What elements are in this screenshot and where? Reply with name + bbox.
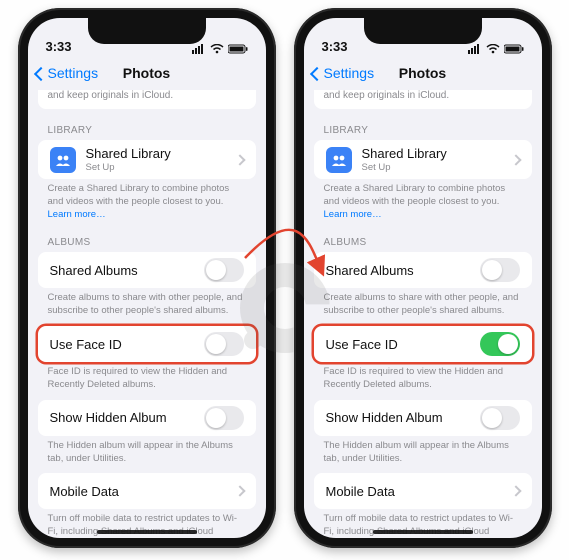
page-title: Photos <box>123 65 170 81</box>
use-face-id-label: Use Face ID <box>50 337 122 352</box>
phone-right: 3:33 Settings Photos and keep originals … <box>294 8 552 548</box>
shared-library-subtitle: Set Up <box>86 162 171 173</box>
library-footer: Create a Shared Library to combine photo… <box>304 179 542 229</box>
shared-albums-footer: Create albums to share with other people… <box>28 288 266 326</box>
chevron-right-icon <box>510 486 521 497</box>
section-head-library: LIBRARY <box>28 117 266 140</box>
settings-content[interactable]: and keep originals in iCloud. LIBRARY Sh… <box>28 90 266 538</box>
use-face-id-label: Use Face ID <box>326 337 398 352</box>
status-icons <box>468 44 524 54</box>
screen: 3:33 Settings Photos and keep originals … <box>304 18 542 538</box>
status-icons <box>192 44 248 54</box>
section-head-albums: ALBUMS <box>28 229 266 252</box>
hidden-footer: The Hidden album will appear in the Albu… <box>28 436 266 474</box>
back-button[interactable]: Settings <box>312 65 375 81</box>
show-hidden-label: Show Hidden Album <box>50 410 167 425</box>
shared-library-row[interactable]: Shared Library Set Up <box>314 140 532 179</box>
section-head-library: LIBRARY <box>304 117 542 140</box>
mobile-data-label: Mobile Data <box>326 484 395 499</box>
mobile-data-row[interactable]: Mobile Data <box>38 473 256 509</box>
notch <box>364 18 482 44</box>
screen: 3:33 Settings Photos and keep originals … <box>28 18 266 538</box>
shared-albums-toggle[interactable] <box>480 258 520 282</box>
chevron-left-icon <box>33 66 47 80</box>
home-indicator[interactable] <box>97 530 197 534</box>
face-id-footer: Face ID is required to view the Hidden a… <box>304 362 542 400</box>
signal-icon <box>468 44 482 54</box>
chevron-right-icon <box>234 486 245 497</box>
chevron-left-icon <box>309 66 323 80</box>
status-time: 3:33 <box>46 39 72 54</box>
use-face-id-toggle[interactable] <box>480 332 520 356</box>
truncated-text: and keep originals in iCloud. <box>314 90 532 109</box>
wifi-icon <box>210 44 224 54</box>
notch <box>88 18 206 44</box>
hidden-footer: The Hidden album will appear in the Albu… <box>304 436 542 474</box>
mobile-data-label: Mobile Data <box>50 484 119 499</box>
shared-albums-row[interactable]: Shared Albums <box>38 252 256 288</box>
chevron-right-icon <box>234 154 245 165</box>
chevron-right-icon <box>510 154 521 165</box>
use-face-id-toggle[interactable] <box>204 332 244 356</box>
shared-albums-row[interactable]: Shared Albums <box>314 252 532 288</box>
battery-icon <box>228 44 248 54</box>
section-head-albums: ALBUMS <box>304 229 542 252</box>
face-id-footer: Face ID is required to view the Hidden a… <box>28 362 266 400</box>
learn-more-link[interactable]: Learn more… <box>324 209 382 220</box>
page-title: Photos <box>399 65 446 81</box>
back-label: Settings <box>48 65 99 81</box>
library-footer: Create a Shared Library to combine photo… <box>28 179 266 229</box>
back-button[interactable]: Settings <box>36 65 99 81</box>
use-face-id-row[interactable]: Use Face ID <box>38 326 256 362</box>
back-label: Settings <box>324 65 375 81</box>
phone-left: 3:33 Settings Photos and keep originals … <box>18 8 276 548</box>
truncated-text: and keep originals in iCloud. <box>38 90 256 109</box>
home-indicator[interactable] <box>373 530 473 534</box>
shared-albums-toggle[interactable] <box>204 258 244 282</box>
shared-albums-footer: Create albums to share with other people… <box>304 288 542 326</box>
show-hidden-row[interactable]: Show Hidden Album <box>314 400 532 436</box>
mobile-data-row[interactable]: Mobile Data <box>314 473 532 509</box>
show-hidden-toggle[interactable] <box>204 406 244 430</box>
use-face-id-row[interactable]: Use Face ID <box>314 326 532 362</box>
shared-albums-label: Shared Albums <box>50 263 138 278</box>
show-hidden-row[interactable]: Show Hidden Album <box>38 400 256 436</box>
wifi-icon <box>486 44 500 54</box>
status-time: 3:33 <box>322 39 348 54</box>
learn-more-link[interactable]: Learn more… <box>48 209 106 220</box>
signal-icon <box>192 44 206 54</box>
nav-bar: Settings Photos <box>304 56 542 90</box>
shared-albums-label: Shared Albums <box>326 263 414 278</box>
nav-bar: Settings Photos <box>28 56 266 90</box>
shared-library-row[interactable]: Shared Library Set Up <box>38 140 256 179</box>
people-icon <box>326 147 352 173</box>
show-hidden-label: Show Hidden Album <box>326 410 443 425</box>
shared-library-subtitle: Set Up <box>362 162 447 173</box>
shared-library-title: Shared Library <box>86 146 171 161</box>
show-hidden-toggle[interactable] <box>480 406 520 430</box>
shared-library-title: Shared Library <box>362 146 447 161</box>
people-icon <box>50 147 76 173</box>
settings-content[interactable]: and keep originals in iCloud. LIBRARY Sh… <box>304 90 542 538</box>
battery-icon <box>504 44 524 54</box>
